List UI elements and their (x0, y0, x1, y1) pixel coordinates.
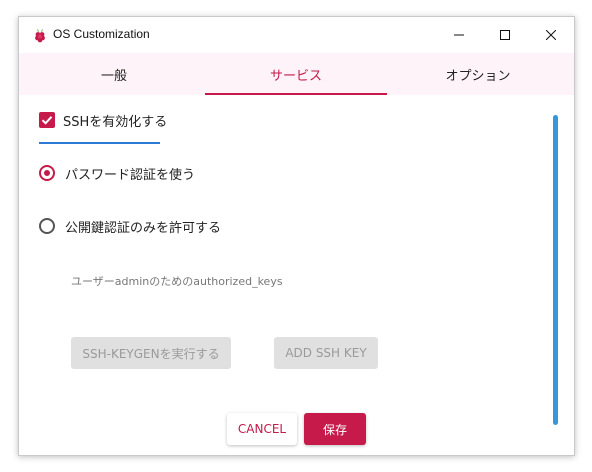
vertical-scrollbar[interactable] (553, 115, 558, 425)
password-auth-label: パスワード認証を使う (65, 167, 196, 183)
services-panel: SSHを有効化する パスワード認証を使う 公開鍵認証のみを許可する ユーザーad… (19, 95, 574, 455)
checkbox-checked-icon[interactable] (39, 112, 55, 128)
cancel-button[interactable]: CANCEL (227, 413, 297, 445)
tab-services[interactable]: サービス (205, 53, 387, 95)
run-ssh-keygen-button[interactable]: SSH-KEYGENを実行する (71, 337, 231, 369)
tab-bar: 一般 サービス オプション (19, 53, 574, 95)
add-ssh-key-button[interactable]: ADD SSH KEY (274, 337, 378, 369)
maximize-button[interactable] (482, 17, 528, 53)
tab-general[interactable]: 一般 (23, 53, 205, 95)
focus-underline (39, 142, 160, 144)
enable-ssh-checkbox[interactable]: SSHを有効化する (39, 109, 167, 131)
close-icon (546, 30, 556, 40)
public-key-auth-radio[interactable]: 公開鍵認証のみを許可する (39, 215, 221, 237)
maximize-icon (500, 30, 510, 40)
minimize-button[interactable] (436, 17, 482, 53)
password-auth-radio[interactable]: パスワード認証を使う (39, 162, 195, 184)
minimize-icon (454, 34, 464, 36)
radio-selected-icon[interactable] (39, 165, 55, 181)
title-bar: OS Customization (19, 17, 574, 53)
window-title: OS Customization (53, 27, 150, 41)
raspberry-icon (32, 27, 48, 43)
os-customization-dialog: OS Customization 一般 サービス オプション SSHを有効化する… (18, 16, 575, 456)
close-button[interactable] (528, 17, 574, 53)
radio-unselected-icon[interactable] (39, 218, 55, 234)
tab-options[interactable]: オプション (387, 53, 569, 95)
authorized-keys-label: ユーザーadminのためのauthorized_keys (71, 275, 283, 288)
public-key-auth-label: 公開鍵認証のみを許可する (65, 220, 222, 236)
enable-ssh-label: SSHを有効化する (63, 114, 168, 130)
save-button[interactable]: 保存 (304, 413, 366, 445)
